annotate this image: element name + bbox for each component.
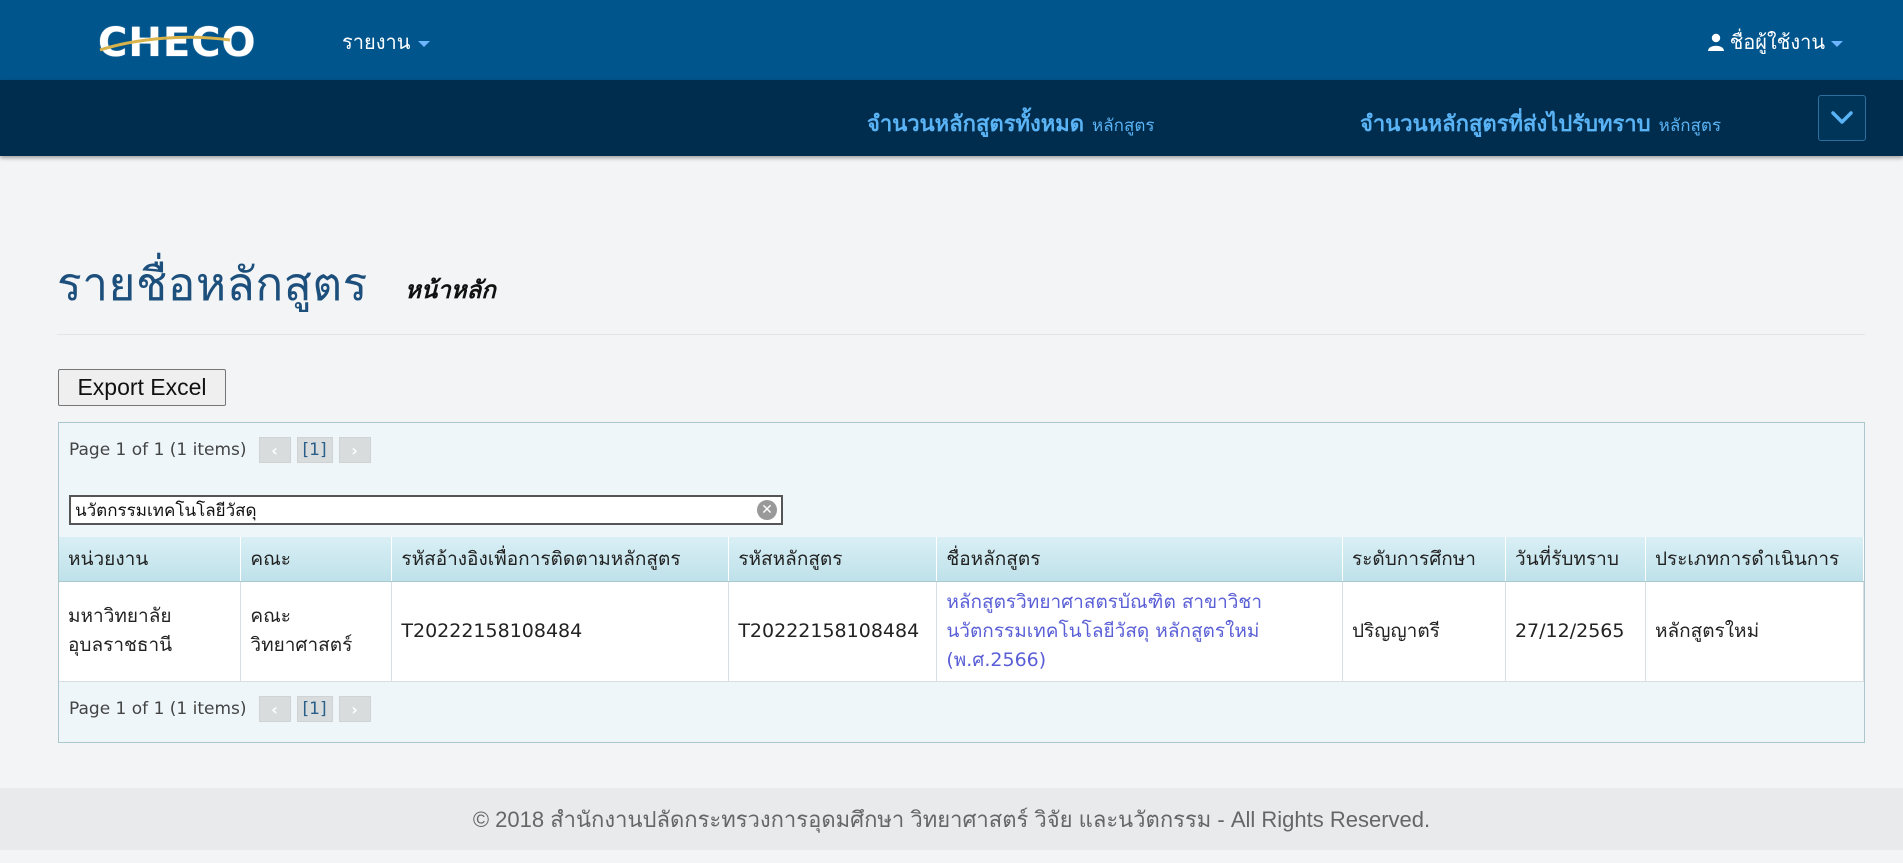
column-header-level[interactable]: ระดับการศึกษา xyxy=(1342,537,1506,582)
caret-down-icon xyxy=(1831,40,1843,47)
pager-summary: Page 1 of 1 (1 items) xyxy=(69,699,247,719)
pager-summary: Page 1 of 1 (1 items) xyxy=(69,440,247,460)
cell-date: 27/12/2565 xyxy=(1505,581,1646,682)
course-name-link[interactable]: หลักสูตรวิทยาศาสตรบัณฑิต สาขาวิชานวัตกรร… xyxy=(946,591,1262,671)
search-input[interactable] xyxy=(71,497,741,523)
chevron-left-icon: ‹ xyxy=(271,699,278,719)
column-header-date[interactable]: วันที่รับทราบ xyxy=(1505,537,1646,582)
stat-total-courses: จำนวนหลักสูตรทั้งหมด หลักสูตร xyxy=(867,106,1155,141)
column-header-agency[interactable]: หน่วยงาน xyxy=(59,537,242,582)
stat-total-label: จำนวนหลักสูตรทั้งหมด xyxy=(867,112,1085,137)
cell-course-code: T20222158108484 xyxy=(728,581,938,682)
pager-page-1[interactable]: [1] xyxy=(296,437,333,463)
pager-page-1[interactable]: [1] xyxy=(296,696,333,722)
stat-sent-label: จำนวนหลักสูตรที่ส่งไปรับทราบ xyxy=(1360,112,1651,137)
stats-toggle-button[interactable] xyxy=(1818,95,1866,141)
checo-logo[interactable]: CHECO xyxy=(98,20,256,66)
pager-next-button[interactable]: › xyxy=(338,437,371,463)
stats-bar: จำนวนหลักสูตรทั้งหมด หลักสูตร จำนวนหลักสู… xyxy=(0,80,1903,156)
column-header-course-name[interactable]: ชื่อหลักสูตร xyxy=(936,537,1343,582)
logo-swoosh-icon xyxy=(99,35,231,52)
chevron-right-icon: › xyxy=(351,699,358,719)
table-row: มหาวิทยาลัยอุบลราชธานี คณะวิทยาศาสตร์ T2… xyxy=(59,581,1865,682)
cell-agency: มหาวิทยาลัยอุบลราชธานี xyxy=(59,581,242,682)
cell-faculty: คณะวิทยาศาสตร์ xyxy=(240,581,393,682)
caret-down-icon xyxy=(418,40,431,47)
chevron-left-icon: ‹ xyxy=(271,440,278,460)
title-divider xyxy=(57,334,1865,335)
chevron-right-icon: › xyxy=(351,440,358,460)
column-header-action-type[interactable]: ประเภทการดำเนินการ xyxy=(1645,537,1865,582)
user-menu-dropdown[interactable]: ชื่อผู้ใช้งาน xyxy=(1707,26,1843,58)
stat-sent-unit: หลักสูตร xyxy=(1658,116,1722,136)
stat-total-unit: หลักสูตร xyxy=(1092,116,1155,136)
pager-prev-button[interactable]: ‹ xyxy=(258,437,291,463)
cell-action-type: หลักสูตรใหม่ xyxy=(1645,581,1865,682)
cell-level: ปริญญาตรี xyxy=(1342,581,1506,682)
user-menu-label: ชื่อผู้ใช้งาน xyxy=(1729,30,1825,54)
search-filter: ✕ xyxy=(69,495,783,525)
column-header-course-code[interactable]: รหัสหลักสูตร xyxy=(728,537,938,582)
column-header-faculty[interactable]: คณะ xyxy=(240,537,393,582)
pager-bottom: Page 1 of 1 (1 items) ‹ [1] › xyxy=(69,696,377,722)
cell-ref-code: T20222158108484 xyxy=(391,581,730,682)
pager-prev-button[interactable]: ‹ xyxy=(258,696,291,722)
pager-next-button[interactable]: › xyxy=(338,696,371,722)
course-grid: Page 1 of 1 (1 items) ‹ [1] › ✕ หน่วยงาน… xyxy=(58,422,1865,743)
report-menu-label: รายงาน xyxy=(342,30,411,54)
chevron-down-icon xyxy=(1831,111,1853,124)
pager-top: Page 1 of 1 (1 items) ‹ [1] › xyxy=(69,437,377,463)
top-navbar: CHECO รายงาน ชื่อผู้ใช้งาน xyxy=(0,0,1903,80)
course-table: หน่วยงาน คณะ รหัสอ้างอิงเพื่อการติดตามหล… xyxy=(59,537,1865,682)
footer-copyright: © 2018 สำนักงานปลัดกระทรวงการอุดมศึกษา ว… xyxy=(0,788,1903,850)
table-header-row: หน่วยงาน คณะ รหัสอ้างอิงเพื่อการติดตามหล… xyxy=(59,537,1865,582)
stat-sent-courses: จำนวนหลักสูตรที่ส่งไปรับทราบ หลักสูตร xyxy=(1360,106,1721,141)
clear-icon[interactable]: ✕ xyxy=(757,500,777,520)
column-header-ref-code[interactable]: รหัสอ้างอิงเพื่อการติดตามหลักสูตร xyxy=(391,537,730,582)
cell-course-name: หลักสูตรวิทยาศาสตรบัณฑิต สาขาวิชานวัตกรร… xyxy=(936,581,1343,682)
report-menu-dropdown[interactable]: รายงาน xyxy=(342,26,431,58)
user-icon xyxy=(1707,33,1724,51)
export-excel-button[interactable]: Export Excel xyxy=(58,369,226,406)
page-title: รายชื่อหลักสูตร xyxy=(57,257,368,311)
breadcrumb-home[interactable]: หน้าหลัก xyxy=(405,270,496,309)
